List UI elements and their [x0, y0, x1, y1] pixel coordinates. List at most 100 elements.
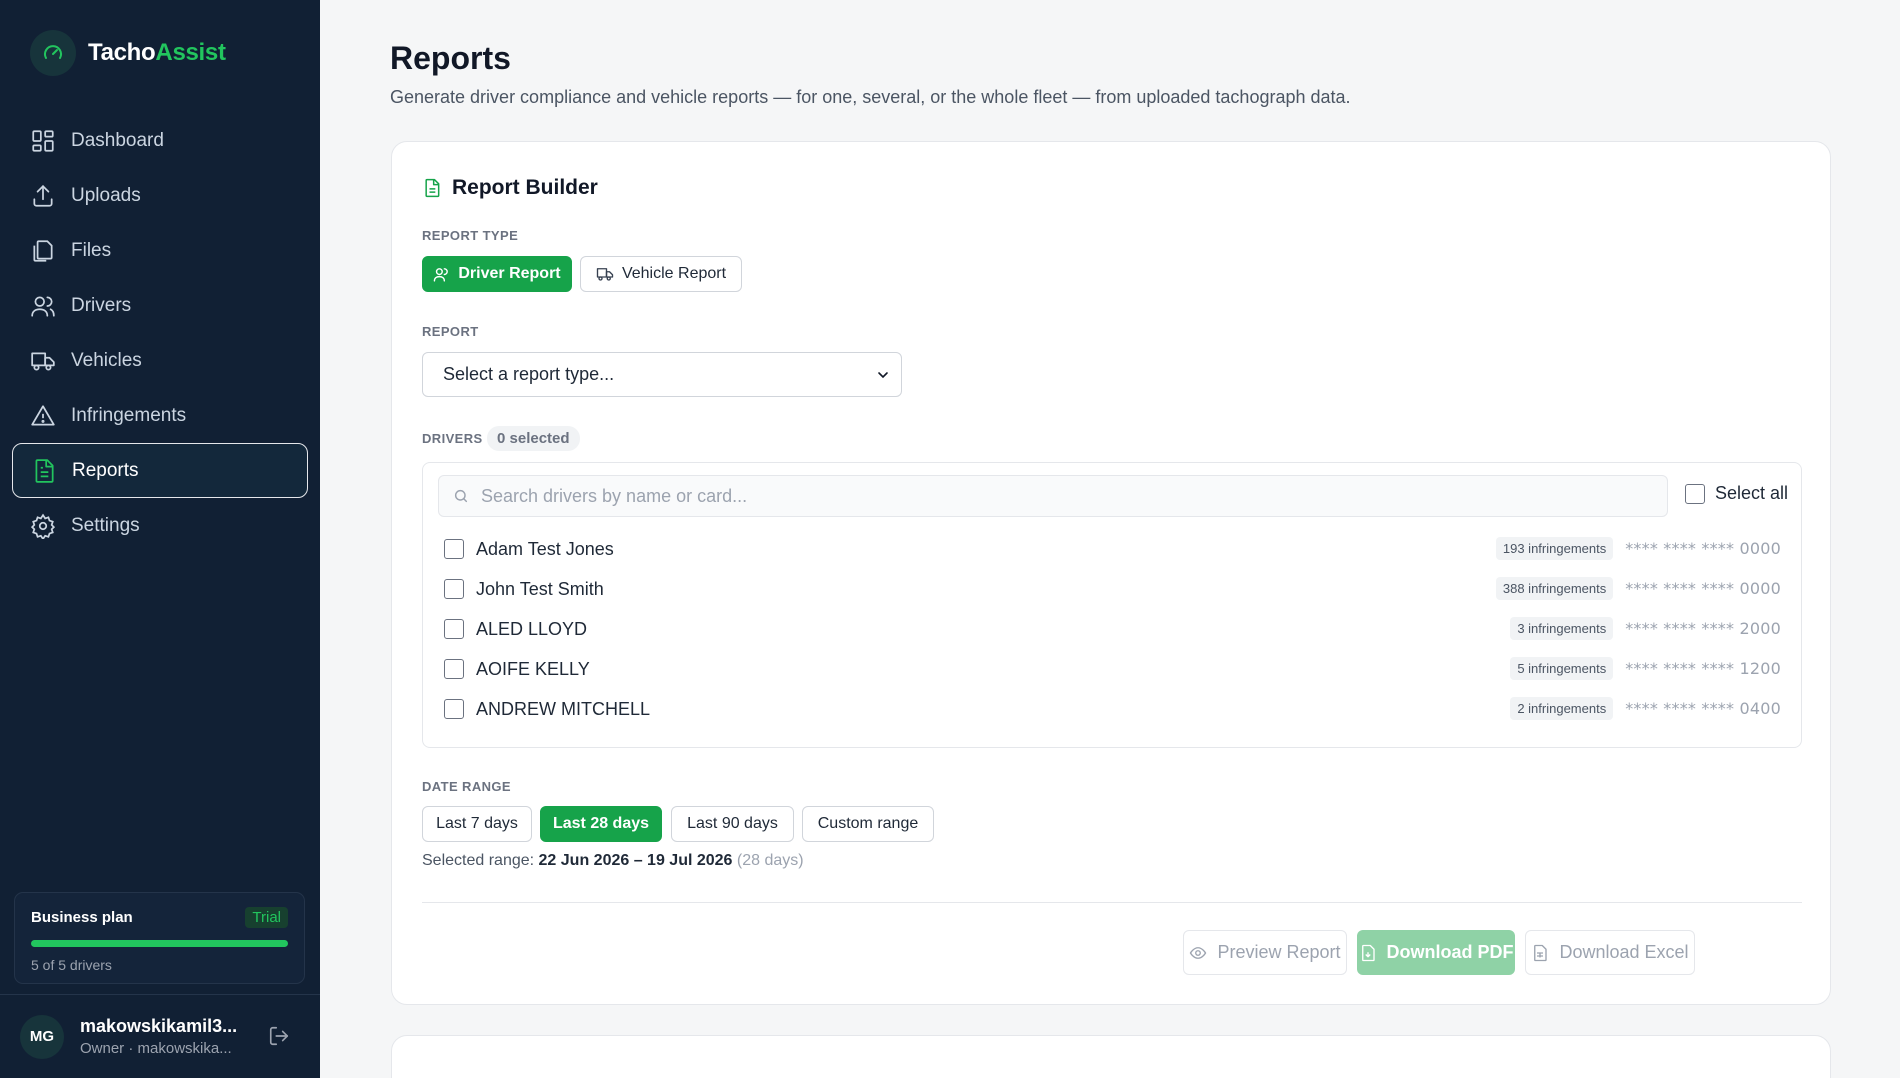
avatar[interactable]: MG: [20, 1014, 64, 1059]
card-number: **** **** **** 0000: [1625, 539, 1781, 558]
excel-label: Download Excel: [1559, 942, 1689, 962]
select-all-checkbox[interactable]: Select all: [1685, 483, 1788, 504]
preview-label: Preview Report: [1217, 942, 1341, 962]
dashboard-icon: [32, 129, 54, 152]
range-90-days-button[interactable]: Last 90 days: [671, 806, 794, 842]
range-label: Last 90 days: [687, 815, 778, 832]
main-content: Reports Generate driver compliance and v…: [320, 0, 1900, 1078]
driver-name: ALED LLOYD: [476, 618, 588, 639]
user-name: makowskikamil3...: [80, 1016, 238, 1036]
selected-range-text: Selected range: 22 Jun 2026 – 19 Jul 202…: [422, 852, 804, 870]
driver-row[interactable]: Adam Test Jones 193 infringements **** *…: [423, 529, 1801, 569]
gear-icon: [30, 513, 56, 539]
logout-icon[interactable]: [268, 1025, 290, 1047]
builder-header: Report Builder: [422, 176, 598, 200]
sidebar-nav: Dashboard Uploads Files Drivers Vehicles…: [12, 113, 308, 553]
selected-count-badge: 0 selected: [487, 426, 580, 451]
sidebar-item-files[interactable]: Files: [12, 223, 308, 278]
report-select[interactable]: Select a report type...: [422, 352, 902, 397]
card-number: **** **** **** 0400: [1625, 699, 1781, 718]
driver-list: Adam Test Jones 193 infringements **** *…: [423, 529, 1801, 729]
plan-usage-bar: [31, 940, 288, 947]
range-label: Last 7 days: [436, 815, 518, 832]
range-label: Custom range: [817, 815, 919, 832]
truck-icon: [31, 352, 55, 371]
download-excel-button[interactable]: Download Excel: [1525, 930, 1695, 975]
sidebar-item-dashboard[interactable]: Dashboard: [12, 113, 308, 168]
report-label: REPORT: [422, 324, 479, 339]
selected-range-days: (28 days): [736, 852, 804, 869]
infringements-badge: 3 infringements: [1510, 617, 1614, 640]
range-custom-button[interactable]: Custom range: [802, 806, 934, 842]
card-number: **** **** **** 1200: [1625, 659, 1781, 678]
sidebar-item-drivers[interactable]: Drivers: [12, 278, 308, 333]
driver-row[interactable]: ANDREW MITCHELL 2 infringements **** ***…: [423, 689, 1801, 729]
pdf-label: Download PDF: [1386, 942, 1514, 962]
range-28-days-button[interactable]: Last 28 days: [540, 806, 662, 842]
page-subtitle: Generate driver compliance and vehicle r…: [390, 87, 1351, 107]
driver-search-input[interactable]: Search drivers by name or card...: [438, 475, 1668, 517]
checkbox[interactable]: [1685, 483, 1705, 504]
driver-checkbox[interactable]: [444, 579, 464, 599]
sidebar-item-vehicles[interactable]: Vehicles: [12, 333, 308, 388]
infringements-badge: 2 infringements: [1510, 697, 1614, 720]
plan-badge: Trial: [245, 907, 288, 928]
driver-checkbox[interactable]: [444, 619, 464, 639]
preview-report-button[interactable]: Preview Report: [1183, 930, 1347, 975]
date-range-label: DATE RANGE: [422, 779, 511, 794]
vehicle-report-button[interactable]: Vehicle Report: [580, 256, 742, 292]
drivers-label: DRIVERS: [422, 431, 483, 446]
page-title: Reports: [390, 40, 511, 76]
sidebar-item-label: Infringements: [71, 404, 187, 426]
files-icon: [33, 239, 53, 262]
sidebar-item-uploads[interactable]: Uploads: [12, 168, 308, 223]
report-builder-card: Report Builder REPORT TYPE Driver Report…: [391, 141, 1831, 1005]
sidebar-item-label: Files: [71, 239, 112, 261]
warning-icon: [31, 404, 55, 426]
report-icon: [425, 178, 440, 198]
sidebar-item-label: Vehicles: [71, 349, 142, 371]
upload-icon: [33, 184, 53, 207]
driver-report-label: Driver Report: [458, 265, 561, 282]
sidebar-item-label: Settings: [71, 514, 140, 536]
sidebar-item-settings[interactable]: Settings: [12, 498, 308, 553]
report-select-value: Select a report type...: [443, 364, 615, 384]
driver-checkbox[interactable]: [444, 699, 464, 719]
vehicle-report-label: Vehicle Report: [621, 265, 727, 282]
drivers-picker: Search drivers by name or card... Select…: [422, 462, 1802, 748]
spreadsheet-icon: [1534, 944, 1548, 961]
divider: [422, 902, 1802, 903]
plan-card: Business plan Trial 5 of 5 drivers: [14, 892, 305, 984]
driver-name: John Test Smith: [476, 578, 604, 599]
driver-row[interactable]: AOIFE KELLY 5 infringements **** **** **…: [423, 649, 1801, 689]
driver-row[interactable]: John Test Smith 388 infringements **** *…: [423, 569, 1801, 609]
report-type-label: REPORT TYPE: [422, 228, 519, 243]
driver-row[interactable]: ALED LLOYD 3 infringements **** **** ***…: [423, 609, 1801, 649]
search-icon: [454, 489, 468, 503]
app-logo[interactable]: TachoAssist: [30, 30, 226, 76]
driver-checkbox[interactable]: [444, 659, 464, 679]
selected-range-value: 22 Jun 2026 – 19 Jul 2026: [538, 852, 733, 869]
builder-title: Report Builder: [452, 176, 598, 199]
infringements-badge: 388 infringements: [1495, 577, 1614, 600]
gauge-icon: [30, 30, 76, 76]
range-7-days-button[interactable]: Last 7 days: [422, 806, 532, 842]
search-placeholder: Search drivers by name or card...: [481, 485, 748, 506]
sidebar-item-infringements[interactable]: Infringements: [12, 388, 308, 443]
download-pdf-button[interactable]: Download PDF: [1357, 930, 1515, 975]
infringements-badge: 193 infringements: [1495, 537, 1614, 560]
file-download-icon: [1361, 944, 1375, 961]
eye-icon: [1190, 946, 1207, 959]
app-name: TachoAssist: [88, 39, 226, 66]
truck-icon: [596, 268, 614, 281]
driver-name: Adam Test Jones: [476, 538, 614, 559]
sidebar-item-label: Uploads: [71, 184, 141, 206]
plan-usage-text: 5 of 5 drivers: [31, 957, 112, 973]
driver-report-button[interactable]: Driver Report: [422, 256, 572, 292]
range-label: Last 28 days: [552, 815, 650, 832]
sidebar: TachoAssist Dashboard Uploads Files Driv…: [0, 0, 320, 1078]
sidebar-item-label: Drivers: [71, 294, 132, 316]
driver-checkbox[interactable]: [444, 539, 464, 559]
sidebar-item-reports[interactable]: Reports: [12, 443, 308, 498]
users-icon: [434, 267, 449, 282]
